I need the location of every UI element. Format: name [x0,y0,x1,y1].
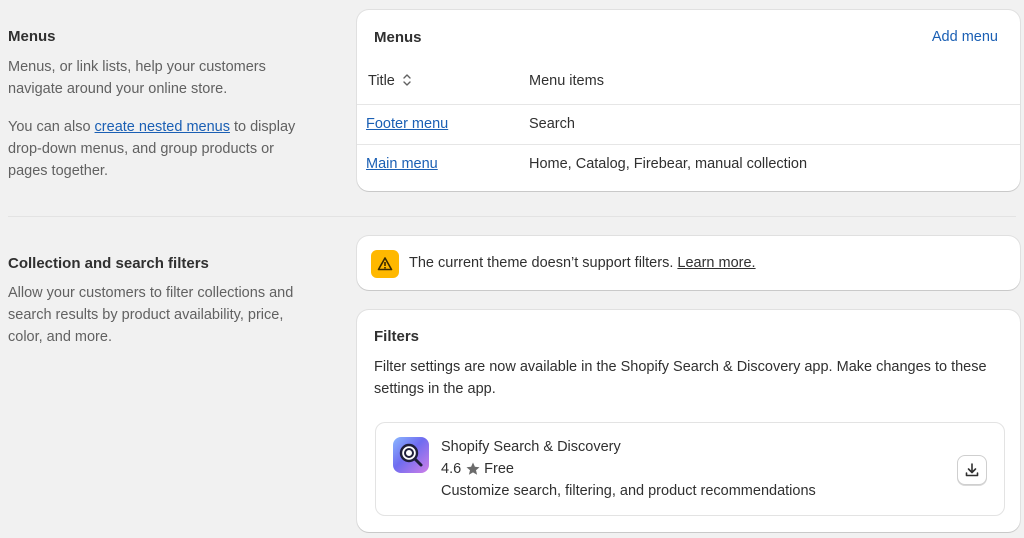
footer-menu-link[interactable]: Footer menu [366,116,448,132]
menu-items-cell: Home, Catalog, Firebear, manual collecti… [529,156,808,172]
search-discovery-app-icon [393,437,429,473]
learn-more-link[interactable]: Learn more. [677,255,755,271]
filters-card-title: Filters [374,328,420,345]
filters-section-description: Allow your customers to filter collectio… [8,285,294,345]
add-menu-button[interactable]: Add menu [932,29,998,45]
column-header-title-label: Title [368,73,395,89]
menus-section-description: Menus, or link lists, help your customer… [8,56,308,182]
install-app-button[interactable] [957,455,987,485]
app-rating-row: 4.6 Free [441,461,514,477]
create-nested-menus-link[interactable]: create nested menus [95,119,230,135]
table-row: Main menu Home, Catalog, Firebear, manua… [357,144,1020,185]
section-divider [8,216,1016,217]
menus-desc-paragraph-1: Menus, or link lists, help your customer… [8,59,266,97]
menus-desc-paragraph-2: You can also create nested menus to disp… [8,116,308,182]
download-icon [965,463,979,477]
app-name: Shopify Search & Discovery [441,439,621,455]
column-header-title[interactable]: Title [368,73,412,89]
menus-card-title: Menus [374,29,422,46]
menus-section-title: Menus [8,28,56,45]
app-listing-card[interactable]: Shopify Search & Discovery 4.6 Free Cust… [375,422,1005,516]
warning-message: The current theme doesn’t support filter… [409,255,678,271]
star-icon [466,462,480,475]
menu-items-cell: Search [529,116,575,132]
column-header-menu-items: Menu items [529,73,604,89]
filters-section-title: Collection and search filters [8,255,209,272]
table-row: Footer menu Search [357,104,1020,145]
menus-desc-prefix: You can also [8,119,95,135]
filters-card-description: Filter settings are now available in the… [374,359,987,397]
app-rating-value: 4.6 [441,461,462,477]
filters-card: Filters Filter settings are now availabl… [357,310,1020,532]
warning-text: The current theme doesn’t support filter… [409,255,756,271]
sort-icon [403,74,411,86]
warning-icon [371,250,399,278]
app-description: Customize search, filtering, and product… [441,483,816,499]
theme-warning-banner: The current theme doesn’t support filter… [357,236,1020,290]
main-menu-link[interactable]: Main menu [366,156,438,172]
app-price: Free [484,461,514,477]
menus-card: Menus Add menu Title Menu items Footer m… [357,10,1020,191]
